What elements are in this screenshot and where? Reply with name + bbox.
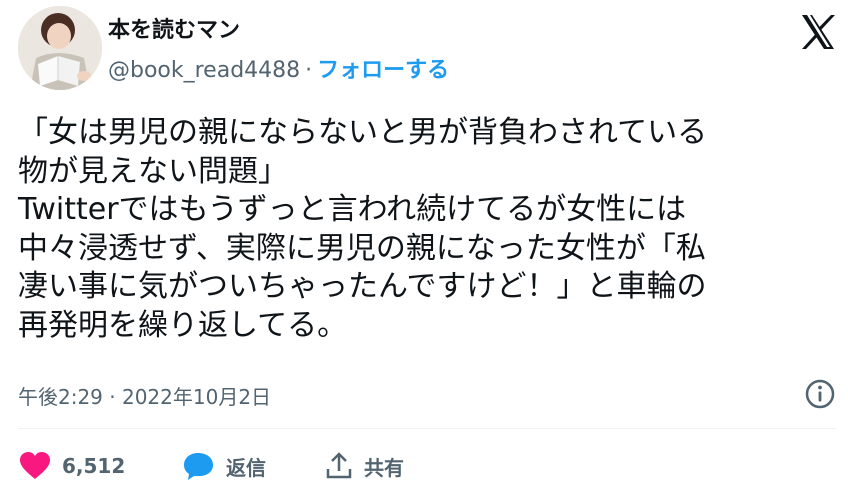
handle-row: @book_read4488 · フォローする <box>108 56 449 86</box>
like-count: 6,512 <box>62 454 126 478</box>
share-icon <box>326 452 352 479</box>
follow-button[interactable]: フォローする <box>317 58 449 83</box>
x-logo-icon[interactable] <box>798 12 838 52</box>
display-name[interactable]: 本を読むマン <box>108 16 449 46</box>
reply-button[interactable]: 返信 <box>182 446 266 486</box>
tweet-text: 「女は男児の親にならないと男が背負わされている 物が見えない問題」 Twitte… <box>18 115 708 343</box>
user-handle[interactable]: @book_read4488 <box>108 58 300 83</box>
separator-dot: · <box>305 58 313 83</box>
heart-icon <box>20 452 50 479</box>
tweet-header: 本を読むマン @book_read4488 · フォローする <box>18 6 838 94</box>
author-info: 本を読むマン @book_read4488 · フォローする <box>108 16 449 86</box>
tweet-timestamp[interactable]: 午後2:29 · 2022年10月2日 <box>18 381 271 410</box>
share-button[interactable]: 共有 <box>324 446 404 486</box>
divider <box>18 428 836 429</box>
like-button[interactable]: 6,512 <box>18 446 125 486</box>
share-label: 共有 <box>364 455 404 480</box>
info-icon[interactable] <box>804 378 836 410</box>
speech-bubble-icon <box>184 453 213 480</box>
avatar[interactable] <box>18 6 102 90</box>
reply-label: 返信 <box>226 455 266 480</box>
